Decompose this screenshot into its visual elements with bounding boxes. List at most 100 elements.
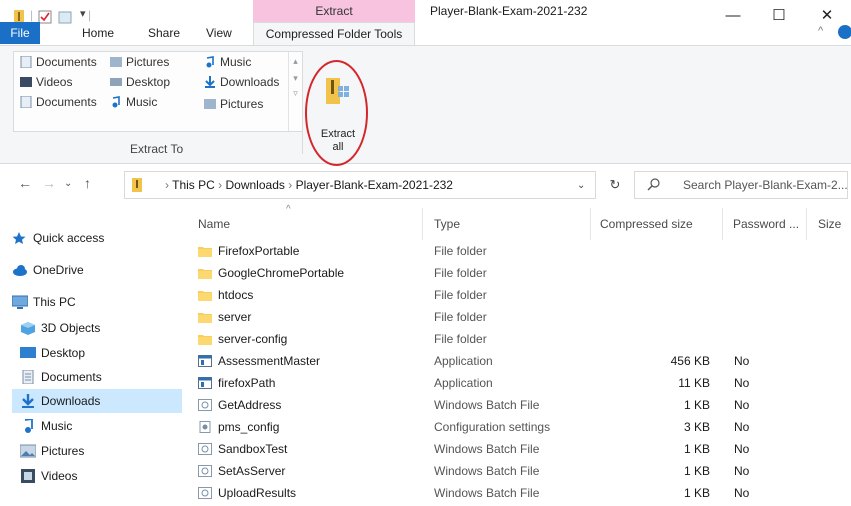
- nav-item-pictures[interactable]: Pictures: [19, 439, 182, 463]
- nav-item-onedrive[interactable]: OneDrive: [12, 258, 182, 282]
- column-header-size[interactable]: Size: [818, 208, 841, 240]
- videos-icon: [20, 74, 32, 87]
- file-type: File folder: [434, 332, 487, 346]
- nav-item-3d-objects[interactable]: 3D Objects: [20, 316, 182, 340]
- table-row[interactable]: SandboxTest Windows Batch File 1 KB No: [182, 438, 782, 460]
- tab-share[interactable]: Share: [148, 22, 180, 44]
- refresh-icon[interactable]: ↻: [602, 171, 628, 199]
- nav-item-music[interactable]: Music: [20, 414, 182, 438]
- column-header-compressed-size[interactable]: Compressed size: [600, 208, 693, 240]
- file-password: No: [734, 354, 750, 368]
- table-row[interactable]: firefoxPath Application 11 KB No: [182, 372, 782, 394]
- table-row[interactable]: server-config File folder: [182, 328, 782, 350]
- file-type: Configuration settings: [434, 420, 551, 434]
- gallery-item-desktop[interactable]: Desktop: [110, 72, 170, 92]
- batch-file-icon: [198, 484, 212, 499]
- address-dropdown-icon[interactable]: ⌄: [577, 180, 585, 191]
- music-icon: [204, 54, 216, 68]
- nav-item-videos[interactable]: Videos: [20, 464, 182, 488]
- file-type: File folder: [434, 266, 487, 280]
- gallery-scrollbar[interactable]: ▴ ▾ ▿: [288, 52, 302, 131]
- table-row[interactable]: FirefoxPortable File folder: [182, 240, 782, 262]
- scroll-up-icon[interactable]: ▴: [289, 56, 302, 67]
- file-name-cell: AssessmentMaster: [198, 350, 320, 372]
- group-label-extract-to: Extract To: [130, 142, 184, 156]
- breadcrumb-separator: ›: [218, 178, 226, 192]
- file-type: Application: [434, 354, 493, 368]
- gallery-item-documents-2[interactable]: Documents: [20, 92, 97, 112]
- gallery-item-pictures-2[interactable]: Pictures: [204, 94, 263, 114]
- pictures-icon: [110, 54, 122, 67]
- table-row[interactable]: GoogleChromePortable File folder: [182, 262, 782, 284]
- documents-icon: [20, 368, 36, 385]
- search-icon: [647, 177, 661, 194]
- gallery-item-music[interactable]: Music: [110, 92, 157, 112]
- column-divider[interactable]: [806, 208, 807, 240]
- file-name-cell: GetAddress: [198, 394, 281, 416]
- gallery-item-music-2[interactable]: Music: [204, 52, 251, 72]
- file-type: Windows Batch File: [434, 398, 540, 412]
- folder-icon: [198, 264, 212, 279]
- batch-file-icon: [198, 462, 212, 477]
- column-header-password[interactable]: Password ...: [733, 208, 799, 240]
- up-arrow-icon[interactable]: ↑: [84, 175, 91, 191]
- nav-item-this-pc[interactable]: This PC: [11, 290, 182, 314]
- file-name-cell: firefoxPath: [198, 372, 275, 394]
- more-icon[interactable]: ▿: [289, 88, 302, 99]
- column-divider[interactable]: [422, 208, 423, 240]
- address-bar[interactable]: › This PC › Downloads › Player-Blank-Exa…: [124, 171, 596, 199]
- pc-icon: [11, 293, 29, 309]
- gallery-item-videos[interactable]: Videos: [20, 72, 72, 92]
- recent-locations-icon[interactable]: ⌄: [64, 178, 72, 189]
- nav-item-desktop[interactable]: Desktop: [20, 341, 182, 365]
- nav-item-downloads[interactable]: Downloads: [12, 389, 182, 413]
- breadcrumb-current-folder[interactable]: Player-Blank-Exam-2021-232: [296, 178, 453, 192]
- nav-item-quick-access[interactable]: Quick access: [12, 226, 182, 250]
- file-compressed-size: 1 KB: [683, 398, 710, 412]
- nav-item-documents[interactable]: Documents: [20, 365, 182, 389]
- folder-icon: [198, 242, 212, 257]
- group-divider: [302, 54, 303, 154]
- file-compressed-size: 1 KB: [683, 442, 710, 456]
- folder-icon: [198, 286, 212, 301]
- help-icon[interactable]: [838, 25, 851, 39]
- file-type: Windows Batch File: [434, 486, 540, 500]
- gallery-item-documents[interactable]: Documents: [20, 52, 97, 72]
- gallery-item-downloads[interactable]: Downloads: [204, 72, 279, 92]
- search-box[interactable]: Search Player-Blank-Exam-2...: [634, 171, 848, 199]
- file-password: No: [734, 486, 750, 500]
- tab-home[interactable]: Home: [82, 22, 114, 44]
- window-title: Player-Blank-Exam-2021-232: [430, 4, 588, 18]
- table-row[interactable]: server File folder: [182, 306, 782, 328]
- back-arrow-icon[interactable]: ←: [18, 175, 32, 191]
- file-type: Windows Batch File: [434, 464, 540, 478]
- column-divider[interactable]: [590, 208, 591, 240]
- file-type: File folder: [434, 310, 487, 324]
- file-name: AssessmentMaster: [218, 354, 321, 368]
- gallery-item-pictures[interactable]: Pictures: [110, 52, 169, 72]
- file-type: Application: [434, 376, 493, 390]
- collapse-ribbon-icon[interactable]: ^: [818, 25, 823, 37]
- breadcrumb-this-pc[interactable]: This PC: [172, 178, 215, 192]
- customize-toolbar-icon[interactable]: ▾: [80, 7, 86, 20]
- tab-compressed-folder-tools[interactable]: Compressed Folder Tools: [253, 22, 415, 45]
- file-name-cell: server: [198, 306, 251, 328]
- table-row[interactable]: UploadResults Windows Batch File 1 KB No: [182, 482, 782, 504]
- breadcrumb-downloads[interactable]: Downloads: [226, 178, 285, 192]
- table-row[interactable]: pms_config Configuration settings 3 KB No: [182, 416, 782, 438]
- tab-view[interactable]: View: [206, 22, 232, 44]
- column-header-name[interactable]: Name: [198, 208, 230, 240]
- column-header-type[interactable]: Type: [434, 208, 460, 240]
- forward-arrow-icon[interactable]: →: [42, 175, 56, 191]
- file-name-cell: server-config: [198, 328, 287, 350]
- column-divider[interactable]: [722, 208, 723, 240]
- table-row[interactable]: SetAsServer Windows Batch File 1 KB No: [182, 460, 782, 482]
- file-type: File folder: [434, 288, 487, 302]
- tab-file[interactable]: File: [0, 22, 40, 44]
- file-password: No: [734, 464, 750, 478]
- scroll-down-icon[interactable]: ▾: [289, 73, 302, 84]
- highlight-circle: [305, 60, 368, 166]
- table-row[interactable]: htdocs File folder: [182, 284, 782, 306]
- table-row[interactable]: GetAddress Windows Batch File 1 KB No: [182, 394, 782, 416]
- table-row[interactable]: AssessmentMaster Application 456 KB No: [182, 350, 782, 372]
